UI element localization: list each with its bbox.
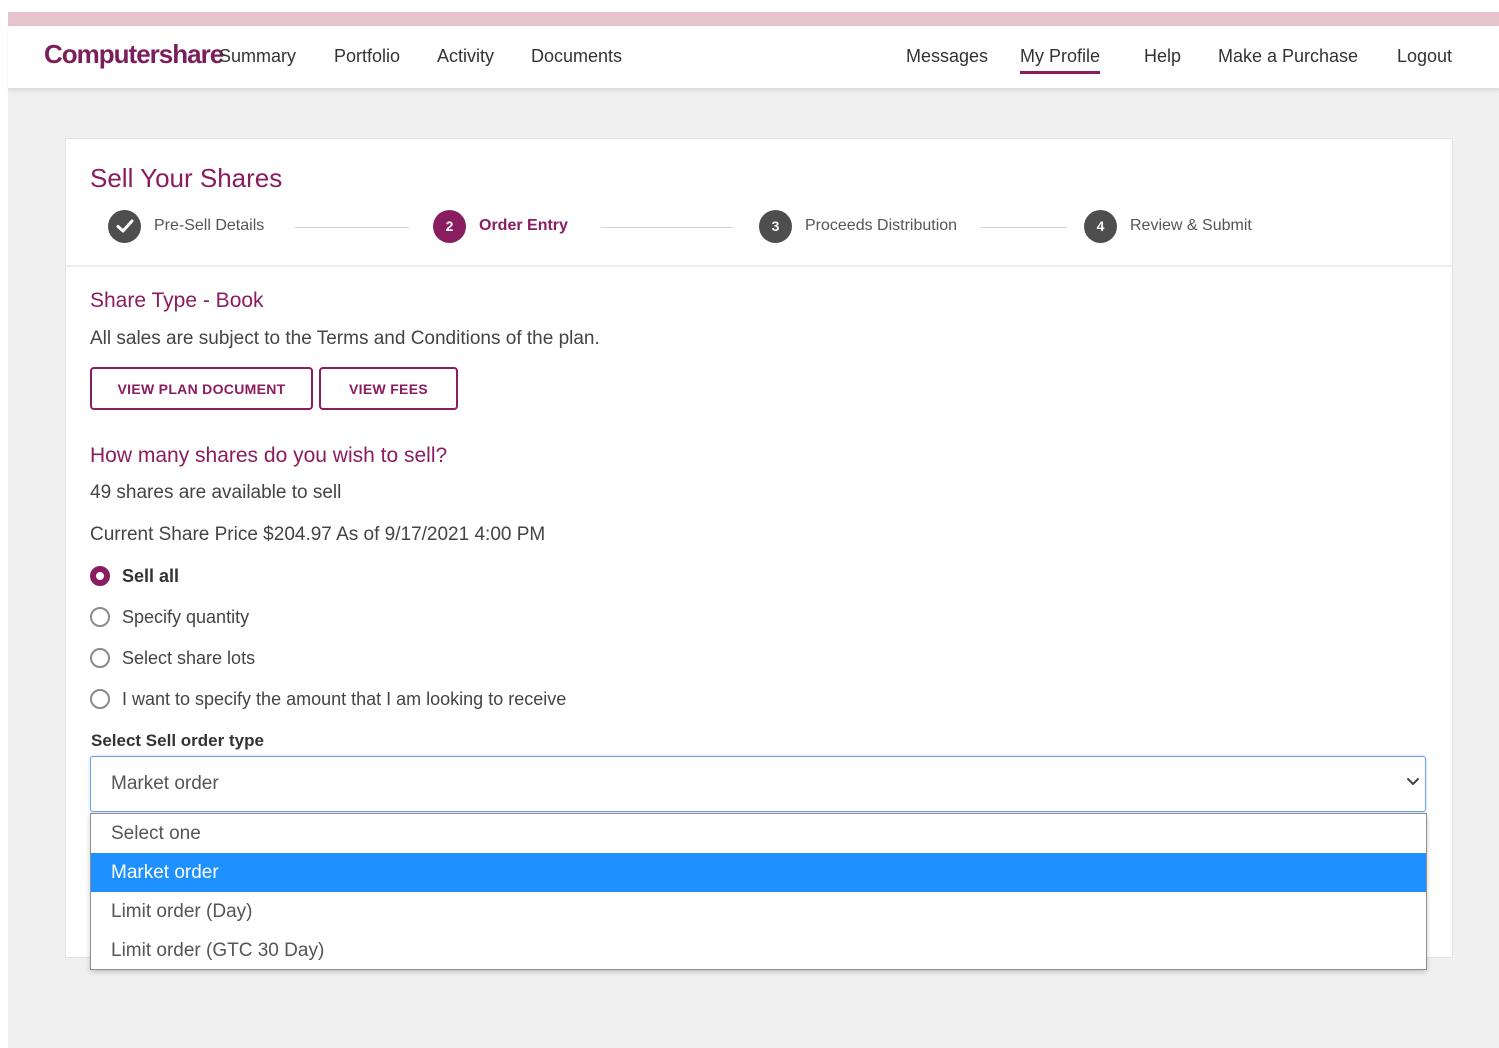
step-number: 4 (1084, 209, 1117, 243)
view-plan-document-button[interactable]: VIEW PLAN DOCUMENT (90, 367, 313, 410)
option-market-order[interactable]: Market order (91, 853, 1426, 892)
step-connector (601, 227, 733, 228)
radio-label: Sell all (122, 565, 180, 586)
nav-summary[interactable]: Summary (219, 46, 296, 67)
terms-text: All sales are subject to the Terms and C… (90, 328, 600, 349)
step-connector (980, 227, 1067, 228)
computershare-logo[interactable]: Computershare (44, 39, 224, 70)
step-order-entry: 2 Order Entry (433, 209, 568, 243)
page-title: Sell Your Shares (90, 163, 283, 193)
radio-label: I want to specify the amount that I am l… (122, 688, 567, 709)
radio-specify-quantity[interactable]: Specify quantity (90, 604, 249, 630)
step-pre-sell-details: Pre-Sell Details (108, 209, 264, 243)
nav-portfolio[interactable]: Portfolio (334, 46, 400, 67)
top-navbar: Computershare Summary Portfolio Activity… (8, 26, 1499, 90)
radio-button[interactable] (90, 689, 110, 709)
step-review-submit: 4 Review & Submit (1084, 209, 1252, 243)
order-type-value: Market order (111, 773, 219, 794)
chevron-down-icon (1403, 771, 1423, 791)
option-limit-order-gtc[interactable]: Limit order (GTC 30 Day) (91, 931, 1426, 970)
radio-select-share-lots[interactable]: Select share lots (90, 645, 255, 671)
share-type-title: Share Type - Book (90, 289, 264, 312)
nav-activity[interactable]: Activity (437, 46, 494, 67)
step-number: 3 (759, 209, 792, 243)
check-icon (108, 209, 141, 243)
step-label: Pre-Sell Details (154, 217, 265, 234)
current-share-price: Current Share Price $204.97 As of 9/17/2… (90, 524, 546, 545)
radio-sell-all[interactable]: Sell all (90, 563, 179, 589)
shares-available-text: 49 shares are available to sell (90, 482, 342, 503)
step-label: Proceeds Distribution (805, 217, 958, 234)
browser-top-strip (8, 12, 1499, 26)
step-connector (294, 227, 409, 228)
logo-text: Computershare (44, 39, 224, 69)
card-header: Sell Your Shares Pre-Sell Details 2 Orde… (66, 139, 1452, 267)
view-fees-button[interactable]: VIEW FEES (319, 367, 458, 410)
nav-help[interactable]: Help (1144, 46, 1181, 67)
nav-messages[interactable]: Messages (906, 46, 988, 67)
step-label: Review & Submit (1130, 217, 1252, 234)
option-select-one[interactable]: Select one (91, 814, 1426, 853)
radio-button[interactable] (90, 607, 110, 627)
order-type-dropdown: Select one Market order Limit order (Day… (90, 813, 1427, 970)
nav-make-a-purchase[interactable]: Make a Purchase (1218, 46, 1358, 67)
quantity-question: How many shares do you wish to sell? (90, 444, 448, 467)
radio-specify-amount[interactable]: I want to specify the amount that I am l… (90, 686, 566, 712)
step-label: Order Entry (479, 217, 568, 234)
radio-button-checked[interactable] (90, 566, 110, 586)
radio-button[interactable] (90, 648, 110, 668)
step-number: 2 (433, 209, 466, 243)
order-type-select[interactable]: Market order (90, 756, 1426, 812)
order-type-label: Select Sell order type (91, 731, 264, 750)
radio-label: Select share lots (122, 647, 256, 668)
nav-logout[interactable]: Logout (1397, 46, 1452, 67)
step-proceeds-distribution: 3 Proceeds Distribution (759, 209, 957, 243)
nav-my-profile[interactable]: My Profile (1020, 46, 1101, 74)
radio-label: Specify quantity (122, 606, 250, 627)
nav-documents[interactable]: Documents (531, 46, 622, 67)
option-limit-order-day[interactable]: Limit order (Day) (91, 892, 1426, 931)
